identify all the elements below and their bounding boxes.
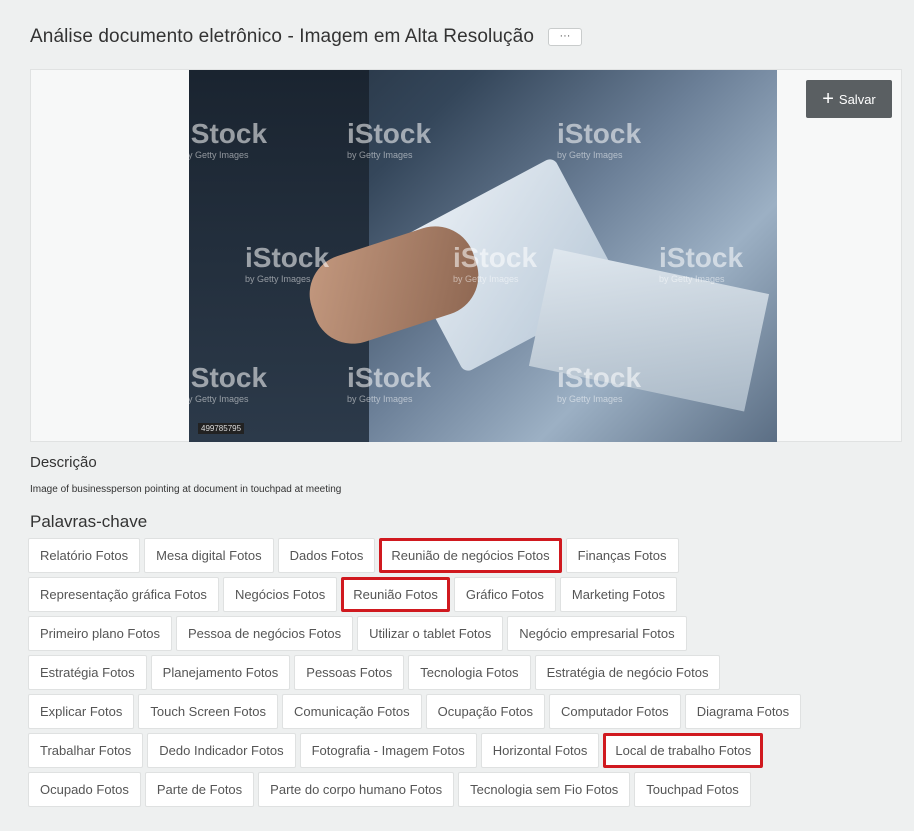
watermark: iStock by Getty Images bbox=[347, 362, 432, 404]
watermark: iStock by Getty Images bbox=[453, 242, 538, 284]
keyword-tag[interactable]: Marketing Fotos bbox=[559, 577, 678, 612]
stock-photo[interactable]: iStock by Getty Images iStock by Getty Ima… bbox=[189, 70, 777, 442]
keyword-tag[interactable]: Utilizar o tablet Fotos bbox=[357, 616, 504, 651]
keyword-tag[interactable]: Tecnologia sem Fio Fotos bbox=[458, 772, 631, 807]
keyword-tag[interactable]: Trabalhar Fotos bbox=[28, 733, 144, 768]
keyword-tags: Relatório Fotos Mesa digital Fotos Dados F… bbox=[28, 538, 908, 807]
keyword-row: Explicar Fotos Touch Screen Fotos Comunica… bbox=[28, 694, 908, 729]
keyword-tag[interactable]: Touch Screen Fotos bbox=[138, 694, 278, 729]
stock-id-label: 499785795 bbox=[198, 423, 245, 434]
keyword-tag[interactable]: Mesa digital Fotos bbox=[144, 538, 274, 573]
watermark: iStock by Getty Images bbox=[557, 362, 642, 404]
keyword-tag[interactable]: Computador Fotos bbox=[549, 694, 681, 729]
keyword-tag[interactable]: Gráfico Fotos bbox=[453, 577, 556, 612]
keyword-tag[interactable]: Parte de Fotos bbox=[144, 772, 255, 807]
keyword-row: Ocupado Fotos Parte de Fotos Parte do corp… bbox=[28, 772, 908, 807]
keyword-tag[interactable]: Pessoas Fotos bbox=[294, 655, 405, 690]
keyword-tag[interactable]: Comunicação Fotos bbox=[282, 694, 422, 729]
keyword-row: Relatório Fotos Mesa digital Fotos Dados F… bbox=[28, 538, 908, 573]
keyword-tag[interactable]: Representação gráfica Fotos bbox=[28, 577, 219, 612]
keyword-tag[interactable]: Pessoa de negócios Fotos bbox=[175, 616, 354, 651]
keyword-tag[interactable]: Tecnologia Fotos bbox=[408, 655, 531, 690]
description-text: Image of businessperson pointing at docu… bbox=[30, 484, 342, 495]
watermark: iStock by Getty Images bbox=[245, 242, 330, 284]
keyword-tag[interactable]: Relatório Fotos bbox=[28, 538, 141, 573]
keyword-tag[interactable]: Explicar Fotos bbox=[28, 694, 135, 729]
keyword-row: Trabalhar Fotos Dedo Indicador Fotos Fotog… bbox=[28, 733, 908, 768]
watermark: iStock by Getty Images bbox=[347, 118, 432, 160]
keyword-tag[interactable]: Fotografia - Imagem Fotos bbox=[299, 733, 477, 768]
keyword-tag[interactable]: Reunião Fotos bbox=[341, 577, 450, 612]
description-heading: Descrição bbox=[30, 454, 97, 471]
keyword-row: Representação gráfica Fotos Negócios Foto… bbox=[28, 577, 908, 612]
keyword-tag[interactable]: Estratégia Fotos bbox=[28, 655, 147, 690]
save-button[interactable]: + Salvar bbox=[806, 80, 892, 118]
save-button-label: Salvar bbox=[838, 91, 876, 107]
keyword-tag[interactable]: Negócios Fotos bbox=[222, 577, 338, 612]
keyword-tag[interactable]: Finanças Fotos bbox=[565, 538, 679, 573]
page-title: Análise documento eletrônico - Imagem em… bbox=[30, 26, 534, 47]
keyword-tag[interactable]: Estratégia de negócio Fotos bbox=[534, 655, 721, 690]
keyword-tag[interactable]: Horizontal Fotos bbox=[480, 733, 600, 768]
keyword-tag[interactable]: Touchpad Fotos bbox=[634, 772, 751, 807]
keyword-tag[interactable]: Local de trabalho Fotos bbox=[603, 733, 764, 768]
watermark: iStock by Getty Images bbox=[189, 118, 268, 160]
keyword-tag[interactable]: Reunião de negócios Fotos bbox=[379, 538, 562, 573]
image-viewer: iStock by Getty Images iStock by Getty Ima… bbox=[30, 69, 902, 442]
keyword-tag[interactable]: Negócio empresarial Fotos bbox=[507, 616, 687, 651]
keyword-tag[interactable]: Planejamento Fotos bbox=[150, 655, 291, 690]
plus-icon: + bbox=[822, 88, 834, 110]
keyword-tag[interactable]: Dados Fotos bbox=[277, 538, 376, 573]
watermark: iStock by Getty Images bbox=[659, 242, 744, 284]
more-options-button[interactable]: ··· bbox=[547, 28, 582, 46]
keyword-tag[interactable]: Primeiro plano Fotos bbox=[28, 616, 172, 651]
keyword-row: Primeiro plano Fotos Pessoa de negócios F… bbox=[28, 616, 908, 651]
keyword-tag[interactable]: Ocupado Fotos bbox=[28, 772, 141, 807]
watermark: iStock by Getty Images bbox=[189, 362, 268, 404]
keyword-tag[interactable]: Dedo Indicador Fotos bbox=[147, 733, 296, 768]
keyword-tag[interactable]: Diagrama Fotos bbox=[684, 694, 802, 729]
keyword-tag[interactable]: Ocupação Fotos bbox=[425, 694, 546, 729]
watermark: iStock by Getty Images bbox=[557, 118, 642, 160]
keyword-tag[interactable]: Parte do corpo humano Fotos bbox=[258, 772, 455, 807]
page-header: Análise documento eletrônico - Imagem em… bbox=[30, 26, 582, 48]
keywords-heading: Palavras-chave bbox=[30, 512, 148, 531]
keyword-row: Estratégia Fotos Planejamento Fotos Pessoa… bbox=[28, 655, 908, 690]
